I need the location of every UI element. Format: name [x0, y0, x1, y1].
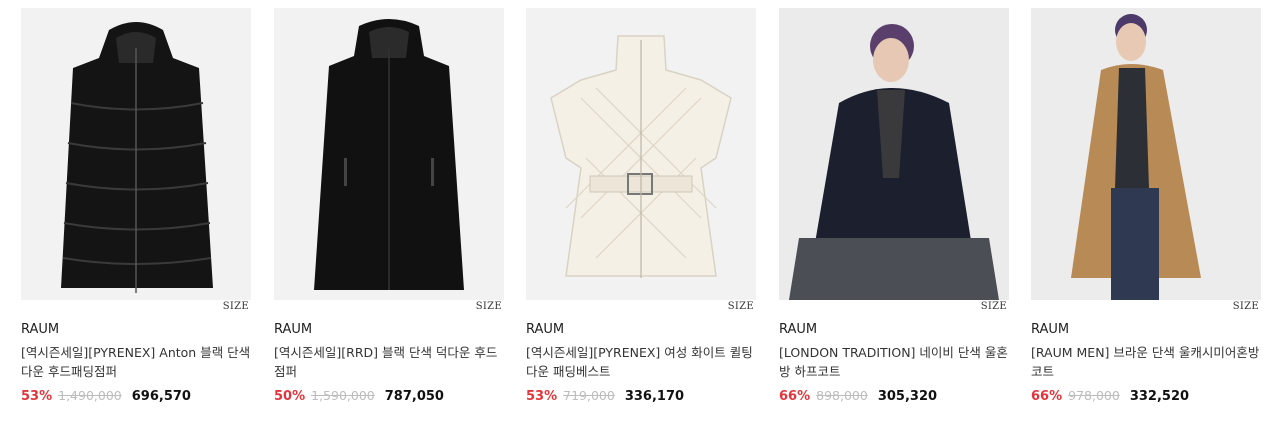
size-label[interactable]: SIZE — [981, 301, 1007, 312]
discount-rate: 66% — [1031, 389, 1063, 404]
discount-rate: 66% — [779, 389, 811, 404]
product-name[interactable]: [역시즌세일][PYRENEX] 여성 화이트 퀼팅 다운 패딩베스트 — [526, 343, 756, 381]
brand-name[interactable]: RAUM — [1031, 322, 1261, 337]
product-name[interactable]: [LONDON TRADITION] 네이비 단색 울혼방 하프코트 — [779, 343, 1009, 381]
product-card[interactable]: SIZE RAUM [역시즌세일][RRD] 블랙 단색 덕다운 후드점퍼 50… — [274, 8, 504, 404]
product-card[interactable]: SIZE RAUM [LONDON TRADITION] 네이비 단색 울혼방 … — [779, 8, 1009, 404]
discount-rate: 53% — [21, 389, 53, 404]
product-card[interactable]: SIZE RAUM [역시즌세일][PYRENEX] Anton 블랙 단색 다… — [21, 8, 251, 404]
black-puffer-jacket-image — [21, 8, 251, 300]
sale-price: 696,570 — [131, 389, 191, 404]
product-card[interactable]: SIZE RAUM [RAUM MEN] 브라운 단색 울캐시미어혼방 코트 6… — [1031, 8, 1261, 404]
original-price: 719,000 — [563, 388, 615, 403]
sale-price: 332,520 — [1129, 389, 1190, 404]
black-down-coat-image — [274, 8, 504, 300]
size-label[interactable]: SIZE — [1233, 301, 1259, 312]
product-name[interactable]: [역시즌세일][PYRENEX] Anton 블랙 단색 다운 후드패딩점퍼 — [21, 343, 251, 381]
product-image[interactable] — [274, 8, 504, 300]
price-row: 66% 898,000 305,320 — [779, 388, 1009, 404]
white-padded-vest-image — [526, 8, 756, 300]
brand-name[interactable]: RAUM — [526, 322, 756, 337]
product-image[interactable] — [1031, 8, 1261, 300]
product-image[interactable] — [21, 8, 251, 300]
price-row: 53% 719,000 336,170 — [526, 388, 756, 404]
sale-price: 336,170 — [624, 389, 685, 404]
product-name[interactable]: [RAUM MEN] 브라운 단색 울캐시미어혼방 코트 — [1031, 343, 1261, 381]
original-price: 1,590,000 — [311, 388, 375, 403]
price-row: 66% 978,000 332,520 — [1031, 388, 1261, 404]
product-name[interactable]: [역시즌세일][RRD] 블랙 단색 덕다운 후드점퍼 — [274, 343, 504, 381]
product-image[interactable] — [526, 8, 756, 300]
discount-rate: 50% — [274, 389, 306, 404]
brand-name[interactable]: RAUM — [779, 322, 1009, 337]
size-label[interactable]: SIZE — [476, 301, 502, 312]
product-card[interactable]: SIZE RAUM [역시즌세일][PYRENEX] 여성 화이트 퀼팅 다운 … — [526, 8, 756, 404]
product-image[interactable] — [779, 8, 1009, 300]
sale-price: 305,320 — [877, 389, 938, 404]
price-row: 53% 1,490,000 696,570 — [21, 388, 251, 404]
original-price: 898,000 — [816, 388, 868, 403]
brand-name[interactable]: RAUM — [274, 322, 504, 337]
size-label[interactable]: SIZE — [223, 301, 249, 312]
brand-name[interactable]: RAUM — [21, 322, 251, 337]
original-price: 978,000 — [1068, 388, 1120, 403]
original-price: 1,490,000 — [58, 388, 122, 403]
size-label[interactable]: SIZE — [728, 301, 754, 312]
model-navy-coat-image — [779, 8, 1009, 300]
discount-rate: 53% — [526, 389, 558, 404]
sale-price: 787,050 — [384, 389, 444, 404]
model-camel-coat-image — [1031, 8, 1261, 300]
product-grid: SIZE RAUM [역시즌세일][PYRENEX] Anton 블랙 단색 다… — [0, 0, 1271, 427]
price-row: 50% 1,590,000 787,050 — [274, 388, 504, 404]
